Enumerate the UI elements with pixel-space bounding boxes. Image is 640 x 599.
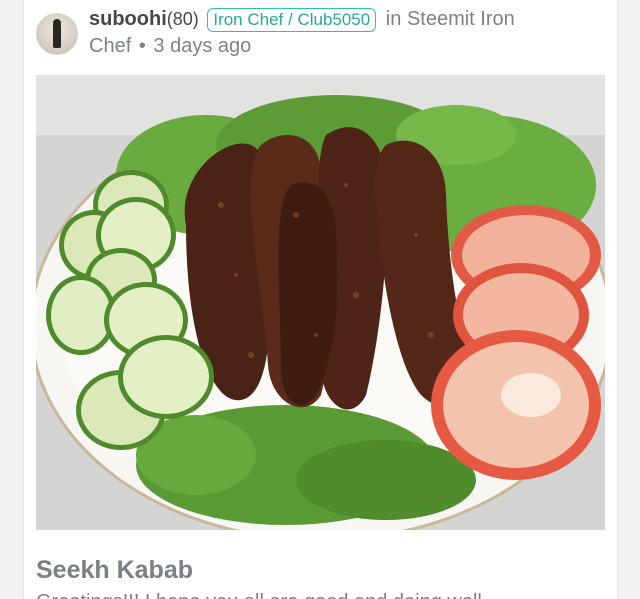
post-image[interactable]: [36, 75, 605, 530]
kababs: [184, 127, 477, 410]
author-reputation: (80): [166, 9, 199, 29]
post-title[interactable]: Seekh Kabab: [36, 556, 193, 585]
food-photo-illustration: [36, 75, 605, 530]
post-card[interactable]: suboohi(80) Iron Chef / Club5050 in Stee…: [23, 0, 618, 599]
community-link-part1[interactable]: Steemit Iron: [407, 8, 515, 30]
post-tag[interactable]: Iron Chef / Club5050: [207, 8, 377, 32]
avatar-figure: [53, 22, 61, 48]
in-label: in: [385, 8, 402, 30]
avatar[interactable]: [36, 13, 78, 55]
post-timestamp[interactable]: 3 days ago: [153, 35, 251, 57]
post-snippet[interactable]: Greetings!!! I hope you all are good and…: [36, 590, 606, 599]
community-link-part2[interactable]: Chef: [89, 35, 131, 57]
meta-separator: •: [138, 35, 146, 57]
post-meta: suboohi(80) Iron Chef / Club5050 in Stee…: [89, 6, 609, 60]
author-link[interactable]: suboohi: [89, 8, 167, 30]
post-header: suboohi(80) Iron Chef / Club5050 in Stee…: [36, 6, 606, 66]
